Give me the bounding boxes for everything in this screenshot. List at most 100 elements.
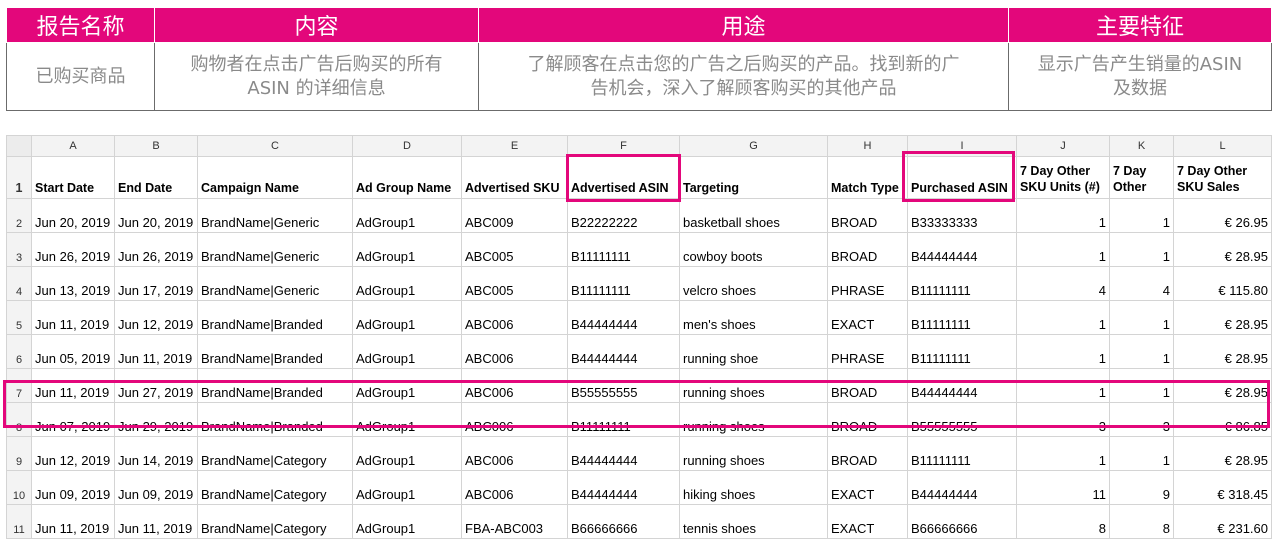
header-cell[interactable]: Ad Group Name (352, 156, 462, 199)
table-cell[interactable]: 9 (1109, 470, 1174, 505)
table-cell[interactable]: B11111111 (567, 266, 680, 301)
table-cell[interactable]: BROAD (827, 436, 908, 471)
table-cell[interactable]: EXACT (827, 504, 908, 539)
table-cell[interactable]: Jun 12, 2019 (114, 300, 198, 335)
table-cell[interactable]: 8 (1016, 504, 1110, 539)
table-cell[interactable]: 8 (1109, 504, 1174, 539)
table-cell[interactable]: B44444444 (907, 232, 1017, 267)
table-cell[interactable]: 1 (1109, 300, 1174, 335)
header-cell[interactable]: Targeting (679, 156, 828, 199)
table-cell[interactable]: Jun 17, 2019 (114, 266, 198, 301)
table-cell[interactable]: € 28.95 (1173, 300, 1272, 335)
table-cell[interactable]: Jun 11, 2019 (114, 504, 198, 539)
table-cell[interactable]: BrandName|Branded (197, 368, 353, 403)
table-cell[interactable]: B11111111 (907, 300, 1017, 335)
row-number[interactable]: 1 (6, 156, 32, 199)
table-cell[interactable]: B11111111 (907, 266, 1017, 301)
table-cell[interactable]: Jun 26, 2019 (31, 232, 115, 267)
table-cell[interactable]: 1 (1109, 436, 1174, 471)
table-cell[interactable]: Jun 05, 2019 (31, 334, 115, 369)
row-number[interactable]: 11 (6, 504, 32, 539)
table-cell[interactable]: ABC006 (461, 470, 568, 505)
column-header-d[interactable]: D (352, 135, 462, 157)
table-cell[interactable]: 1 (1016, 334, 1110, 369)
table-cell[interactable]: Jun 11, 2019 (31, 300, 115, 335)
table-cell[interactable]: ABC005 (461, 266, 568, 301)
table-cell[interactable]: B55555555 (907, 402, 1017, 437)
table-cell[interactable]: Jun 11, 2019 (114, 334, 198, 369)
column-header-h[interactable]: H (827, 135, 908, 157)
table-cell[interactable]: Jun 11, 2019 (31, 504, 115, 539)
table-cell[interactable]: Jun 11, 2019 (31, 368, 115, 403)
table-cell[interactable]: 1 (1016, 368, 1110, 403)
select-all-corner[interactable] (6, 135, 32, 157)
table-cell[interactable]: ABC006 (461, 402, 568, 437)
table-cell[interactable]: Jun 09, 2019 (114, 470, 198, 505)
table-cell[interactable]: AdGroup1 (352, 198, 462, 233)
table-cell[interactable]: Jun 26, 2019 (114, 232, 198, 267)
table-cell[interactable]: B66666666 (907, 504, 1017, 539)
table-cell[interactable]: 4 (1109, 266, 1174, 301)
row-number[interactable]: 6 (6, 334, 32, 369)
column-header-b[interactable]: B (114, 135, 198, 157)
table-cell[interactable]: hiking shoes (679, 470, 828, 505)
table-cell[interactable]: BROAD (827, 232, 908, 267)
table-cell[interactable]: 1 (1016, 232, 1110, 267)
table-cell[interactable]: ABC006 (461, 368, 568, 403)
header-cell[interactable]: Campaign Name (197, 156, 353, 199)
row-number[interactable]: 7 (6, 368, 32, 403)
table-cell[interactable]: AdGroup1 (352, 300, 462, 335)
column-header-i[interactable]: I (907, 135, 1017, 157)
table-cell[interactable]: BROAD (827, 198, 908, 233)
table-cell[interactable]: EXACT (827, 300, 908, 335)
table-cell[interactable]: B44444444 (567, 300, 680, 335)
table-cell[interactable]: B11111111 (567, 402, 680, 437)
table-cell[interactable]: EXACT (827, 470, 908, 505)
table-cell[interactable]: AdGroup1 (352, 436, 462, 471)
table-cell[interactable]: 11 (1016, 470, 1110, 505)
header-cell[interactable]: 7 Day Other SKU Sales (1173, 156, 1272, 199)
table-cell[interactable]: men's shoes (679, 300, 828, 335)
table-cell[interactable]: tennis shoes (679, 504, 828, 539)
table-cell[interactable]: € 318.45 (1173, 470, 1272, 505)
header-cell[interactable]: End Date (114, 156, 198, 199)
header-cell[interactable]: 7 Day Other SKU Units (#) (1016, 156, 1110, 199)
table-cell[interactable]: Jun 20, 2019 (114, 198, 198, 233)
table-cell[interactable]: € 231.60 (1173, 504, 1272, 539)
table-cell[interactable]: B44444444 (907, 470, 1017, 505)
table-cell[interactable]: BROAD (827, 402, 908, 437)
header-cell[interactable]: Advertised SKU (461, 156, 568, 199)
table-cell[interactable]: € 26.95 (1173, 198, 1272, 233)
table-cell[interactable]: running shoes (679, 436, 828, 471)
table-cell[interactable]: 4 (1016, 266, 1110, 301)
column-header-g[interactable]: G (679, 135, 828, 157)
table-cell[interactable]: FBA-ABC003 (461, 504, 568, 539)
table-cell[interactable]: € 28.95 (1173, 368, 1272, 403)
table-cell[interactable]: B22222222 (567, 198, 680, 233)
header-cell[interactable]: Match Type (827, 156, 908, 199)
table-cell[interactable]: Jun 13, 2019 (31, 266, 115, 301)
table-cell[interactable]: € 28.95 (1173, 334, 1272, 369)
table-cell[interactable]: 1 (1016, 300, 1110, 335)
table-cell[interactable]: AdGroup1 (352, 470, 462, 505)
column-header-a[interactable]: A (31, 135, 115, 157)
table-cell[interactable]: 1 (1109, 368, 1174, 403)
table-cell[interactable]: velcro shoes (679, 266, 828, 301)
table-cell[interactable]: AdGroup1 (352, 232, 462, 267)
table-cell[interactable]: B55555555 (567, 368, 680, 403)
row-number[interactable]: 10 (6, 470, 32, 505)
table-cell[interactable]: Jun 29, 2019 (114, 402, 198, 437)
row-number[interactable]: 2 (6, 198, 32, 233)
table-cell[interactable]: Jun 09, 2019 (31, 470, 115, 505)
table-cell[interactable]: ABC006 (461, 300, 568, 335)
header-cell[interactable]: Start Date (31, 156, 115, 199)
table-cell[interactable]: BrandName|Generic (197, 266, 353, 301)
row-number[interactable]: 9 (6, 436, 32, 471)
column-header-l[interactable]: L (1173, 135, 1272, 157)
table-cell[interactable]: B33333333 (907, 198, 1017, 233)
row-number[interactable]: 3 (6, 232, 32, 267)
table-cell[interactable]: 1 (1016, 198, 1110, 233)
table-cell[interactable]: 1 (1109, 198, 1174, 233)
table-cell[interactable]: 1 (1016, 436, 1110, 471)
table-cell[interactable]: B11111111 (907, 436, 1017, 471)
